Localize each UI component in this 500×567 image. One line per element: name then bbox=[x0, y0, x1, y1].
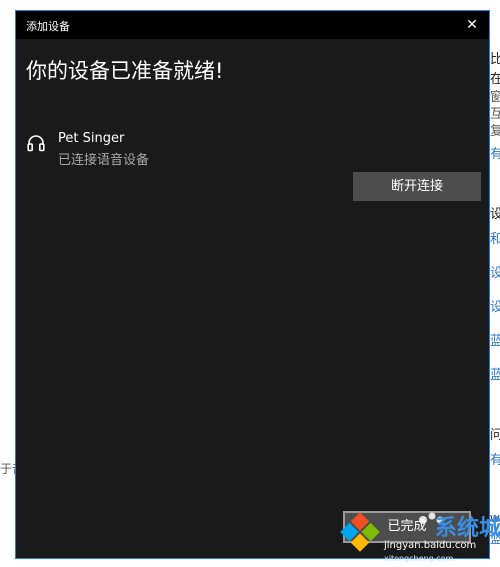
dialog-titlebar[interactable]: 添加设备 ✕ bbox=[16, 11, 489, 39]
bg-link-fragment[interactable]: 有 bbox=[490, 453, 500, 469]
add-device-dialog: 添加设备 ✕ 你的设备已准备就绪! Pet Singer 已连接语音设备 断开连… bbox=[15, 10, 490, 559]
disconnect-button[interactable]: 断开连接 bbox=[353, 172, 481, 201]
bg-text-fragment: 互 bbox=[490, 107, 500, 122]
bg-link-fragment[interactable]: 有 bbox=[490, 147, 500, 163]
watermark-www: xitongcheng.com bbox=[384, 554, 454, 563]
bg-text-fragment: 设 bbox=[490, 207, 500, 222]
watermark-site: jingyan.baidu.com bbox=[384, 540, 477, 551]
close-button[interactable]: ✕ bbox=[463, 16, 481, 34]
bg-link-fragment[interactable]: 设 bbox=[490, 266, 500, 282]
bg-text-fragment: 问 bbox=[490, 428, 500, 443]
bg-link-fragment[interactable]: 蓝 bbox=[490, 368, 500, 384]
headphones-icon bbox=[26, 133, 46, 153]
dialog-title: 添加设备 bbox=[26, 20, 70, 33]
bg-text-fragment: 复 bbox=[490, 124, 500, 139]
close-icon: ✕ bbox=[466, 17, 478, 33]
dialog-heading: 你的设备已准备就绪! bbox=[26, 59, 224, 83]
bg-link-fragment[interactable]: 设 bbox=[490, 300, 500, 316]
bg-link-fragment[interactable]: 蓝 bbox=[490, 334, 500, 350]
bg-text-fragment: 在 bbox=[490, 72, 500, 87]
device-status: 已连接语音设备 bbox=[58, 153, 150, 168]
device-name: Pet Singer bbox=[58, 131, 125, 146]
bg-link-fragment[interactable]: 和 bbox=[490, 232, 500, 248]
bg-text-fragment: 比 bbox=[490, 52, 500, 67]
screen: 比 在 窗 互 复 有 设 和 设 设 蓝 蓝 问 有 Wi 蓝 于音 添加设备… bbox=[0, 0, 500, 567]
bg-text-fragment: 窗 bbox=[490, 90, 500, 105]
watermark-brand: 系统城 bbox=[435, 516, 500, 541]
device-list-item[interactable]: Pet Singer 已连接语音设备 bbox=[26, 129, 326, 169]
